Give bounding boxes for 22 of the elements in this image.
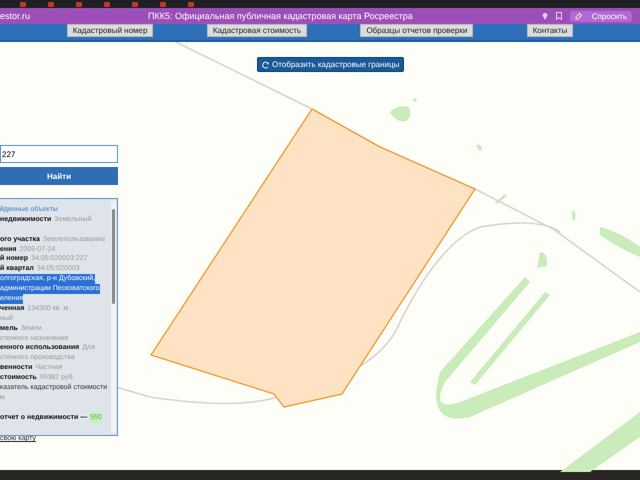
pencil-icon bbox=[574, 12, 582, 20]
tab-favicon-icon[interactable] bbox=[20, 2, 26, 6]
nav-button[interactable]: Контакты bbox=[526, 24, 574, 37]
tab-favicon-icon[interactable] bbox=[132, 2, 138, 6]
tab-favicon-icon[interactable] bbox=[160, 2, 166, 6]
tab-favicon-icon[interactable] bbox=[188, 2, 194, 6]
refresh-icon bbox=[262, 60, 270, 68]
nav-button[interactable]: Кадастровый номер bbox=[66, 24, 154, 37]
search-field[interactable]: 227 bbox=[0, 145, 118, 163]
tab-favicon-icon[interactable] bbox=[76, 2, 82, 6]
tab-favicon-icon[interactable] bbox=[104, 2, 110, 6]
tab-favicon-icon[interactable] bbox=[48, 2, 54, 6]
nav-button[interactable]: Образцы отчетов проверки bbox=[360, 24, 474, 37]
ask-button[interactable]: Спросить bbox=[570, 10, 632, 22]
bookmark-icon[interactable] bbox=[556, 12, 562, 20]
scrollbar[interactable] bbox=[111, 201, 116, 433]
find-button[interactable]: Найти bbox=[0, 167, 118, 185]
nav-button[interactable]: Кадастровая стоимость bbox=[206, 24, 308, 37]
show-boundaries-button[interactable]: Отобразить кадастровые границы bbox=[257, 57, 404, 72]
location-pin-icon[interactable] bbox=[542, 12, 548, 20]
site-address: estor.ru bbox=[0, 11, 32, 21]
page-title: ПКК5: Официальная публичная кадастровая карта Росреестра bbox=[148, 11, 414, 21]
